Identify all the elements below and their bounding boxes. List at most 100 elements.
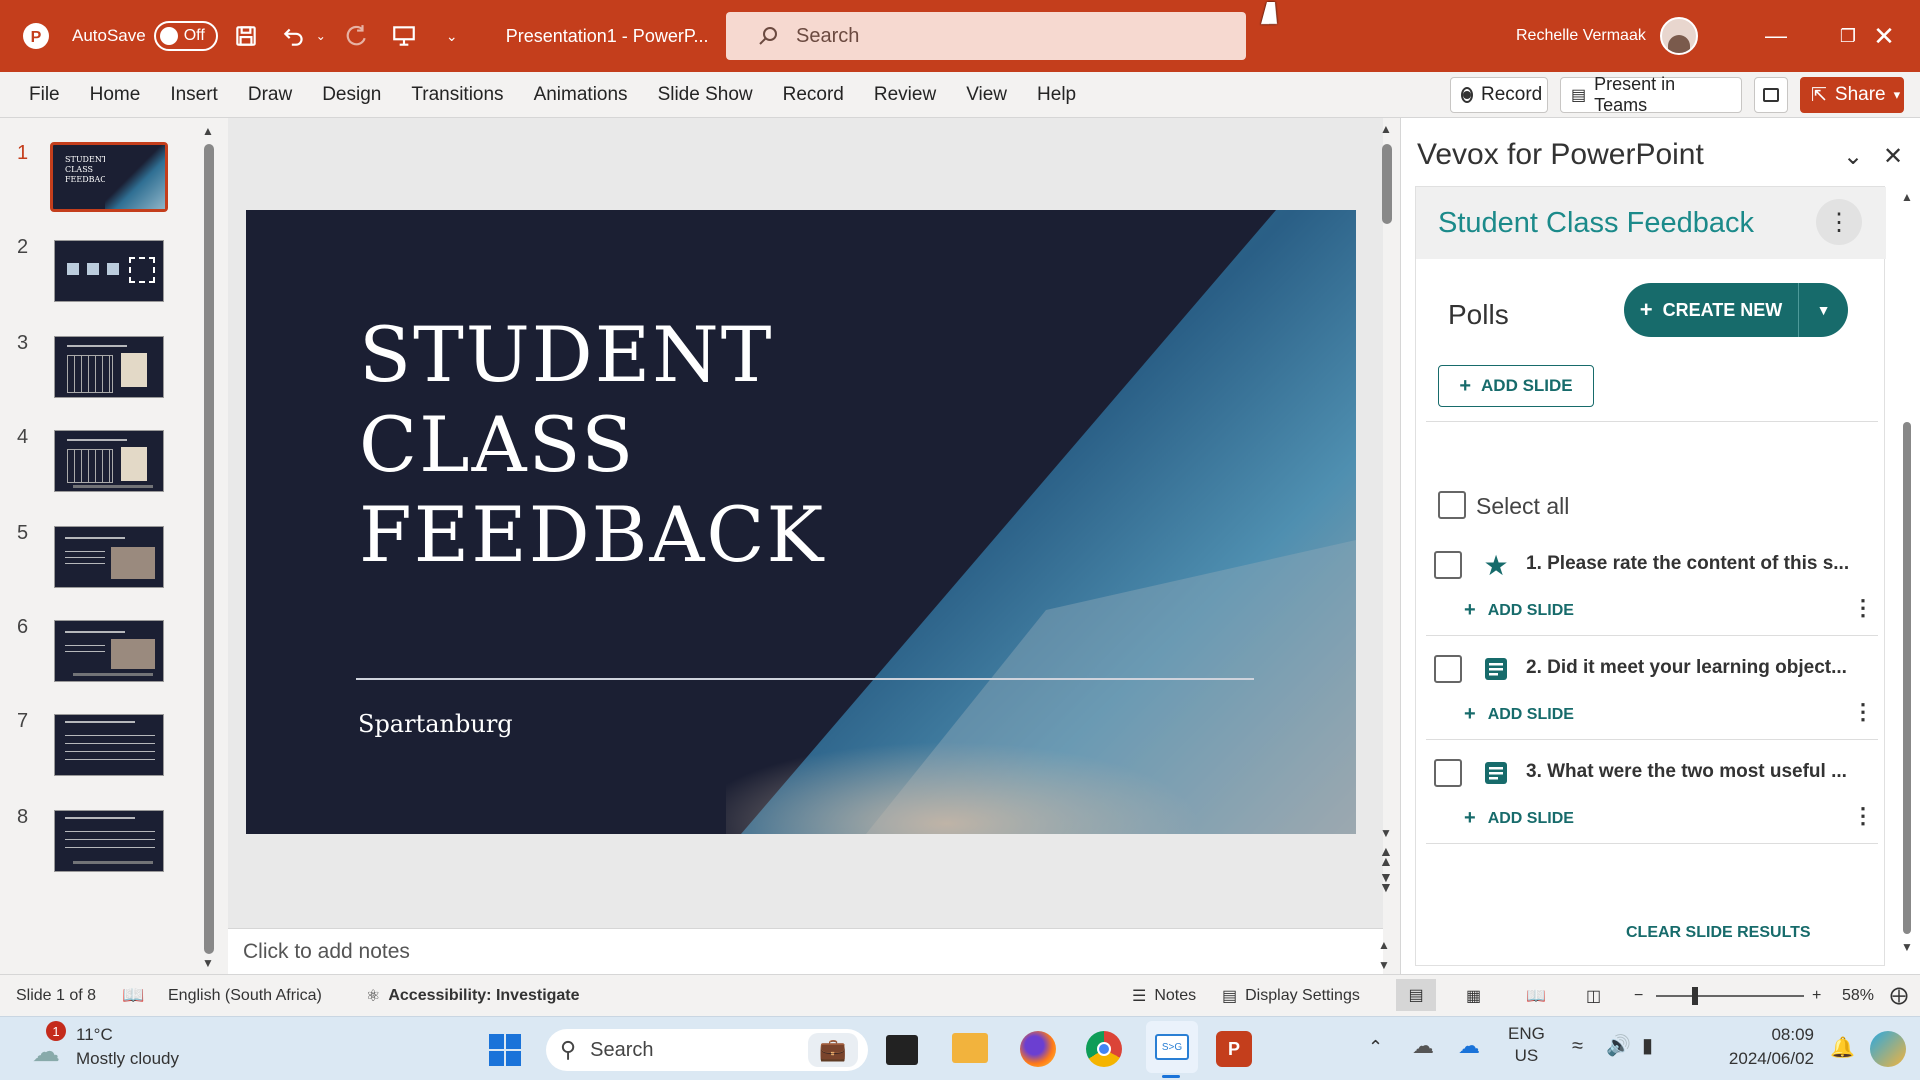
- fit-to-window-icon[interactable]: ⨁: [1890, 985, 1908, 1006]
- display-settings-button[interactable]: ▤ Display Settings: [1222, 986, 1360, 1006]
- next-slide-icon[interactable]: ▼ ▼: [1379, 870, 1393, 894]
- search-box[interactable]: Search: [726, 12, 1246, 60]
- volume-icon[interactable]: 🔊: [1606, 1033, 1631, 1058]
- tab-help[interactable]: Help: [1022, 72, 1091, 118]
- thumbnail-slide-8[interactable]: [54, 810, 164, 872]
- thumbnails-scrollbar[interactable]: [204, 144, 214, 954]
- present-from-start-icon[interactable]: [384, 16, 424, 56]
- normal-view-icon[interactable]: ▤: [1396, 979, 1436, 1011]
- slide-sorter-icon[interactable]: ▦: [1466, 986, 1481, 1006]
- thumbnail-slide-2[interactable]: [54, 240, 164, 302]
- powerpoint-taskbar-icon[interactable]: P: [1216, 1031, 1252, 1067]
- present-in-teams-button[interactable]: ▤ Present in Teams: [1560, 74, 1742, 115]
- notification-bell-icon[interactable]: 🔔: [1830, 1035, 1855, 1060]
- session-more-icon[interactable]: ⋮: [1816, 199, 1862, 245]
- task-view-icon[interactable]: [886, 1035, 918, 1065]
- zoom-in-icon[interactable]: +: [1812, 987, 1821, 1005]
- poll-checkbox[interactable]: [1434, 759, 1462, 787]
- onedrive-personal-icon[interactable]: ☁: [1412, 1033, 1434, 1059]
- poll-title[interactable]: 1. Please rate the content of this s...: [1526, 553, 1849, 575]
- notes-toggle[interactable]: ☰ Notes: [1132, 986, 1196, 1006]
- add-slide-button[interactable]: + ADD SLIDE: [1438, 365, 1594, 407]
- undo-icon[interactable]: [274, 16, 314, 56]
- snipping-tool-icon[interactable]: S>G: [1146, 1021, 1198, 1073]
- autosave-toggle[interactable]: Off: [153, 21, 218, 51]
- save-icon[interactable]: [226, 16, 266, 56]
- slide-subtitle[interactable]: Spartanburg: [358, 710, 513, 738]
- create-new-button[interactable]: + CREATE NEW ▼: [1624, 283, 1848, 337]
- thumbnail-slide-6[interactable]: [54, 620, 164, 682]
- previous-slide-icon[interactable]: ▲ ▲: [1379, 844, 1393, 868]
- reading-view-icon[interactable]: 📖: [1526, 986, 1546, 1006]
- pane-options-chevron-icon[interactable]: ⌄: [1843, 142, 1863, 171]
- add-slide-link[interactable]: + ADD SLIDE: [1464, 599, 1574, 622]
- windows-start-icon[interactable]: [486, 1031, 524, 1069]
- language-indicator[interactable]: English (South Africa): [168, 987, 322, 1005]
- editor-scroll-down-icon[interactable]: ▼: [1380, 826, 1392, 840]
- slide-canvas[interactable]: STUDENT CLASS FEEDBACK Spartanburg: [246, 210, 1356, 834]
- tab-review[interactable]: Review: [859, 72, 951, 118]
- create-new-dropdown-icon[interactable]: ▼: [1798, 283, 1848, 337]
- firefox-icon[interactable]: [1020, 1031, 1056, 1067]
- poll-more-icon[interactable]: ⋮: [1852, 595, 1874, 621]
- poll-more-icon[interactable]: ⋮: [1852, 803, 1874, 829]
- editor-scrollbar[interactable]: [1382, 144, 1392, 224]
- redo-icon[interactable]: [336, 16, 376, 56]
- battery-icon[interactable]: ▮: [1642, 1033, 1653, 1058]
- notes-field[interactable]: Click to add notes ▲ ▼: [228, 928, 1390, 974]
- file-explorer-icon[interactable]: [952, 1033, 988, 1063]
- tab-design[interactable]: Design: [307, 72, 396, 118]
- tab-view[interactable]: View: [951, 72, 1022, 118]
- zoom-slider-thumb[interactable]: [1692, 987, 1698, 1005]
- minimize-icon[interactable]: —: [1740, 0, 1812, 72]
- pane-scroll-down-icon[interactable]: ▼: [1901, 940, 1913, 954]
- pane-scroll-up-icon[interactable]: ▲: [1901, 190, 1913, 204]
- close-icon[interactable]: ✕: [1848, 0, 1920, 72]
- tab-file[interactable]: File: [14, 72, 75, 118]
- add-slide-link[interactable]: + ADD SLIDE: [1464, 703, 1574, 726]
- account[interactable]: Rechelle Vermaak: [1516, 0, 1698, 72]
- slide-indicator[interactable]: Slide 1 of 8: [16, 987, 96, 1005]
- chrome-icon[interactable]: [1086, 1031, 1122, 1067]
- autosave-control[interactable]: AutoSave Off: [72, 21, 218, 51]
- wifi-icon[interactable]: ≈: [1572, 1035, 1583, 1058]
- poll-more-icon[interactable]: ⋮: [1852, 699, 1874, 725]
- accessibility-checker[interactable]: ⚛ Accessibility: Investigate: [366, 986, 580, 1006]
- tab-draw[interactable]: Draw: [233, 72, 307, 118]
- taskbar-search[interactable]: ⚲ Search 💼: [546, 1029, 868, 1071]
- share-button[interactable]: ⇱ Share ▾: [1800, 77, 1904, 113]
- copilot-icon[interactable]: [1870, 1031, 1906, 1067]
- pane-close-icon[interactable]: ✕: [1883, 142, 1903, 171]
- undo-dropdown-icon[interactable]: ⌄: [314, 16, 328, 56]
- notes-scroll-arrows-icon[interactable]: ▲ ▼: [1378, 935, 1390, 975]
- poll-title[interactable]: 2. Did it meet your learning object...: [1526, 657, 1847, 679]
- avatar[interactable]: [1659, 17, 1698, 55]
- poll-checkbox[interactable]: [1434, 655, 1462, 683]
- slide-title[interactable]: STUDENT CLASS FEEDBACK: [359, 310, 879, 580]
- select-all-label[interactable]: Select all: [1476, 493, 1569, 520]
- zoom-slider[interactable]: [1656, 995, 1804, 997]
- thumbnail-slide-4[interactable]: [54, 430, 164, 492]
- thumbnail-slide-7[interactable]: [54, 714, 164, 776]
- add-slide-link[interactable]: + ADD SLIDE: [1464, 807, 1574, 830]
- pane-scrollbar[interactable]: [1903, 422, 1911, 934]
- spell-check-icon[interactable]: 📖: [122, 985, 144, 1006]
- onedrive-business-icon[interactable]: ☁: [1458, 1033, 1480, 1059]
- tab-transitions[interactable]: Transitions: [396, 72, 518, 118]
- tab-slide-show[interactable]: Slide Show: [643, 72, 768, 118]
- customize-toolbar-icon[interactable]: ⌄: [432, 16, 472, 56]
- poll-title[interactable]: 3. What were the two most useful ...: [1526, 761, 1847, 783]
- tab-insert[interactable]: Insert: [155, 72, 233, 118]
- input-language[interactable]: ENG US: [1508, 1023, 1545, 1067]
- thumbnails-scroll-down-icon[interactable]: ▼: [202, 956, 214, 970]
- tab-animations[interactable]: Animations: [519, 72, 643, 118]
- select-all-checkbox[interactable]: [1438, 491, 1466, 519]
- thumbnail-slide-1[interactable]: STUDENT CLASS FEEDBACK: [50, 142, 168, 212]
- clock[interactable]: 08:09 2024/06/02: [1694, 1023, 1814, 1071]
- show-hidden-icons-icon[interactable]: ⌃: [1368, 1037, 1383, 1058]
- zoom-out-icon[interactable]: −: [1634, 987, 1643, 1005]
- tab-record[interactable]: Record: [768, 72, 859, 118]
- thumbnails-scroll-up-icon[interactable]: ▲: [202, 124, 214, 138]
- thumbnail-slide-5[interactable]: [54, 526, 164, 588]
- zoom-level[interactable]: 58%: [1842, 987, 1874, 1005]
